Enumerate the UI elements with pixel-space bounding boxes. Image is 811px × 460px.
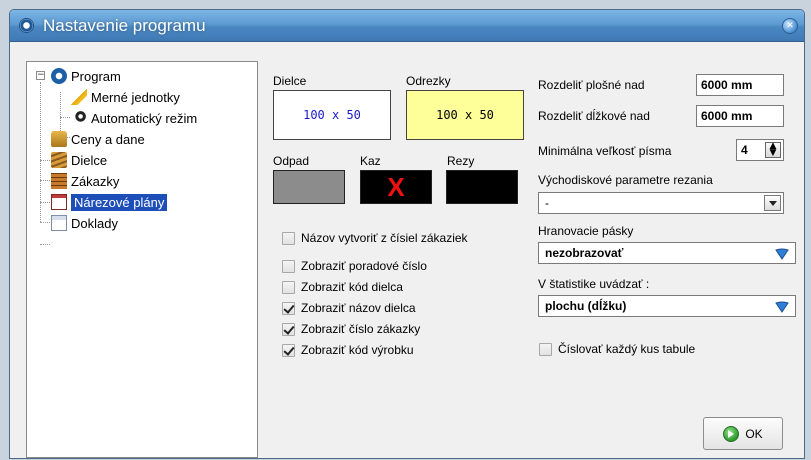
- dropdown-arrow-icon[interactable]: [764, 195, 781, 211]
- tree-connector: [40, 160, 50, 161]
- rezy-label: Rezy: [447, 154, 475, 168]
- tree-connector: [40, 222, 50, 223]
- min-font-spinner[interactable]: 4 ▲ ▼: [736, 139, 784, 161]
- kaz-label: Kaz: [360, 154, 381, 168]
- show-product-code-checkbox[interactable]: [282, 343, 295, 357]
- tree-item-parts[interactable]: Dielce: [51, 150, 107, 170]
- odpad-swatch[interactable]: [273, 170, 345, 204]
- kaz-swatch[interactable]: X: [360, 170, 432, 204]
- dielce-preview[interactable]: 100 x 50: [273, 90, 391, 140]
- dropdown-arrow-icon[interactable]: [775, 301, 789, 313]
- number-each-piece-option[interactable]: Číslovať každý kus tabule: [539, 342, 695, 356]
- document-icon: [51, 215, 67, 231]
- close-button[interactable]: ✕: [782, 18, 798, 34]
- ok-button[interactable]: OK: [703, 417, 783, 450]
- show-order-number-option[interactable]: Zobraziť poradové číslo: [282, 259, 427, 273]
- edge-bands-select[interactable]: nezobrazovať: [538, 242, 796, 264]
- program-icon: [51, 68, 67, 84]
- tree-connector: [60, 117, 70, 118]
- edge-bands-label: Hranovacie pásky: [538, 224, 634, 238]
- statistics-label: V štatistike uvádzať :: [538, 277, 650, 291]
- rezy-swatch[interactable]: [446, 170, 518, 204]
- defect-x-icon: X: [387, 171, 405, 202]
- split-area-input[interactable]: 6000 mm: [696, 74, 784, 96]
- show-part-name-checkbox[interactable]: [282, 301, 295, 315]
- min-font-value: 4: [741, 143, 748, 157]
- default-params-label: Východiskové parametre rezania: [538, 173, 713, 187]
- split-area-label: Rozdeliť plošné nad: [538, 78, 645, 92]
- settings-window: Nastavenie programu ✕ − Program Merné je…: [9, 9, 805, 459]
- stack-icon: [51, 173, 67, 189]
- show-order-no-checkbox[interactable]: [282, 322, 295, 336]
- statistics-select[interactable]: plochu (dĺžku): [538, 295, 796, 317]
- ok-label: OK: [745, 426, 763, 441]
- odrezky-preview[interactable]: 100 x 50: [406, 90, 524, 140]
- window-title: Nastavenie programu: [43, 16, 206, 35]
- settings-tree: − Program Merné jednotky Automatický rež…: [26, 61, 258, 458]
- show-order-number-checkbox[interactable]: [282, 259, 295, 273]
- default-params-value: -: [545, 196, 549, 210]
- auto-mode-icon: [71, 110, 87, 126]
- tree-connector: [40, 202, 50, 203]
- show-part-code-option[interactable]: Zobraziť kód dielca: [282, 280, 403, 294]
- name-from-orders-option[interactable]: Názov vytvoriť z čísiel zákaziek: [282, 231, 468, 245]
- show-part-code-checkbox[interactable]: [282, 280, 295, 294]
- ok-icon: [723, 425, 740, 442]
- tree-connector: [40, 180, 50, 181]
- coins-icon: [51, 131, 67, 147]
- tree-item-program[interactable]: Program: [51, 66, 121, 86]
- tree-connector: [40, 82, 41, 222]
- app-icon: [19, 18, 34, 33]
- title-bar: Nastavenie programu ✕: [10, 10, 804, 42]
- name-from-orders-checkbox[interactable]: [282, 231, 295, 245]
- wood-icon: [51, 152, 67, 168]
- split-length-input[interactable]: 6000 mm: [696, 105, 784, 127]
- tree-item-cutting-plans[interactable]: Nárezové plány: [51, 192, 168, 212]
- collapse-icon[interactable]: −: [36, 71, 45, 80]
- show-product-code-option[interactable]: Zobraziť kód výrobku: [282, 343, 414, 357]
- odrezky-label: Odrezky: [406, 74, 451, 88]
- statistics-value: plochu (dĺžku): [545, 299, 627, 313]
- dropdown-arrow-icon[interactable]: [775, 248, 789, 260]
- edge-bands-value: nezobrazovať: [545, 246, 624, 260]
- min-font-label: Minimálna veľkosť písma: [538, 144, 672, 158]
- show-part-name-option[interactable]: Zobraziť názov dielca: [282, 301, 416, 315]
- default-params-select[interactable]: -: [538, 192, 784, 214]
- tree-item-prices[interactable]: Ceny a dane: [51, 129, 145, 149]
- tree-item-orders[interactable]: Zákazky: [51, 171, 119, 191]
- number-each-piece-checkbox[interactable]: [539, 342, 552, 356]
- tree-connector: [40, 244, 50, 245]
- cutting-plan-icon: [51, 194, 67, 210]
- odpad-label: Odpad: [273, 154, 310, 168]
- dielce-label: Dielce: [273, 74, 307, 88]
- ruler-icon: [71, 89, 87, 105]
- tree-item-units[interactable]: Merné jednotky: [71, 87, 180, 107]
- show-order-no-option[interactable]: Zobraziť číslo zákazky: [282, 322, 420, 336]
- tree-item-auto-mode[interactable]: Automatický režim: [71, 108, 197, 128]
- spin-arrows-icon[interactable]: ▲ ▼: [765, 142, 781, 158]
- dialog-body: − Program Merné jednotky Automatický rež…: [10, 43, 804, 458]
- split-length-label: Rozdeliť dĺžkové nad: [538, 109, 650, 123]
- tree-item-documents[interactable]: Doklady: [51, 213, 118, 233]
